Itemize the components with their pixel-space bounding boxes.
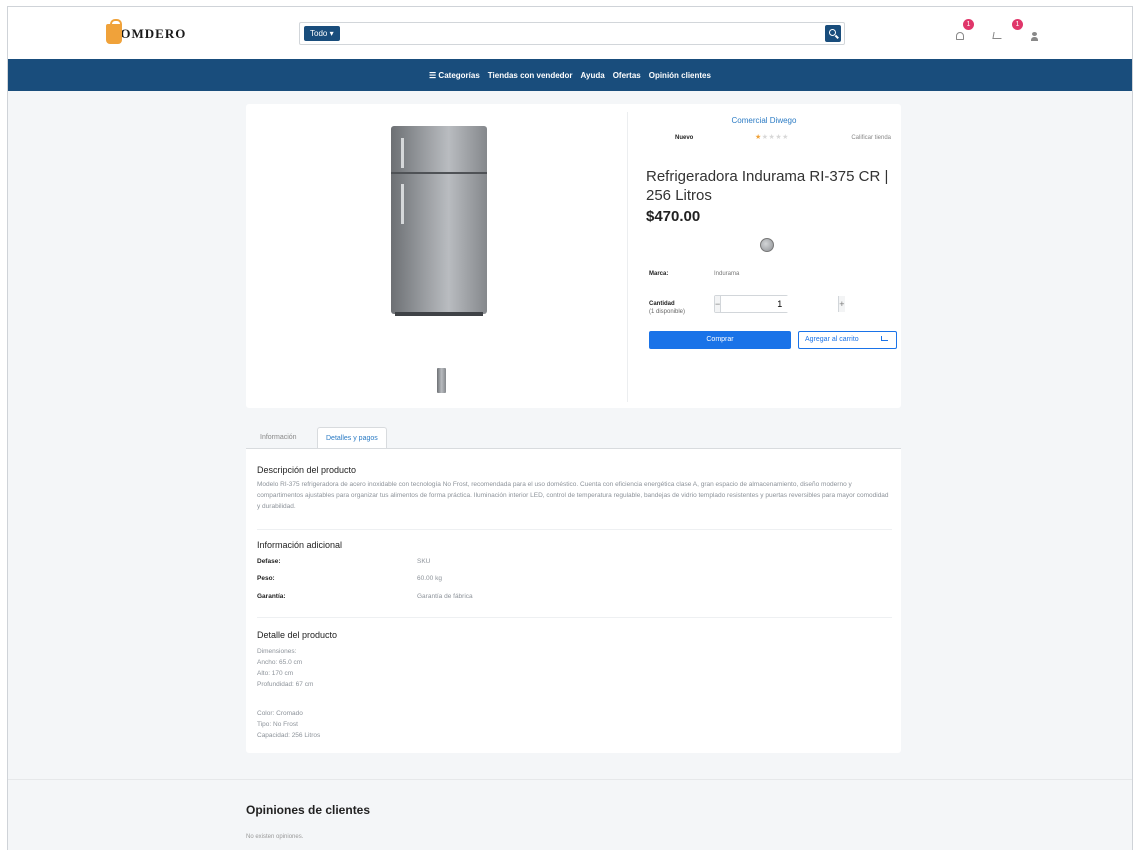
detail-line: Tipo: No Frost [257,721,298,728]
search-bar: Todo ▾ [299,22,845,45]
divider [257,529,892,530]
detail-line: Alto: 170 cm [257,670,294,677]
product-tabs: Información Detalles y pagos [246,427,901,449]
product-detail-title: Detalle del producto [257,630,338,640]
nav-item-categories[interactable]: ☰ Categorías [429,71,480,80]
reviews-title: Opiniones de clientes [246,803,371,817]
product-thumbnail[interactable] [437,368,446,393]
quantity-increase-button[interactable]: + [839,296,845,312]
info-row: Garantía: Garantía de fábrica [257,593,657,604]
main-nav: ☰ Categorías Tiendas con vendedor Ayuda … [8,59,1132,91]
search-button[interactable] [825,25,841,42]
info-value: SKU [417,558,431,565]
add-to-cart-label: Agregar al carrito [805,336,859,343]
cart-icon [881,336,888,341]
search-input[interactable] [348,25,808,42]
buy-button[interactable]: Comprar [649,331,791,349]
info-row: Peso: 60.00 kg [257,575,657,586]
cart-badge: 1 [1012,19,1023,30]
tab-information[interactable]: Información [252,427,305,449]
seller-link[interactable]: Comercial Diwego [627,116,901,125]
site-logo[interactable]: COMDERO [106,19,186,45]
details-panel: Descripción del producto Modelo RI-375 r… [246,448,901,753]
condition-label: Nuevo [675,135,694,141]
color-swatch[interactable] [760,238,774,252]
reviews-section [8,780,1132,850]
info-key: Peso: [257,575,275,582]
description-title: Descripción del producto [257,465,357,475]
product-image[interactable] [391,126,487,316]
tab-details-payments[interactable]: Detalles y pagos [317,427,387,449]
detail-line: Dimensiones: [257,648,297,655]
add-to-cart-button[interactable]: Agregar al carrito [798,331,897,349]
detail-line: Capacidad: 256 Litros [257,732,321,739]
divider [257,617,892,618]
nav-item-help[interactable]: Ayuda [581,71,605,80]
bell-icon[interactable] [956,32,964,40]
quantity-stepper: − + [714,295,845,313]
nav-item-opinions[interactable]: Opinión clientes [649,71,711,80]
detail-line: Color: Cromado [257,710,303,717]
quantity-label: Cantidad (1 disponible) [649,300,689,316]
rating-stars: ★★★★★ [755,134,789,141]
info-value: 60.00 kg [417,575,442,582]
info-key: Defase: [257,558,281,565]
product-card: Comercial Diwego Nuevo ★★★★★ Calificar t… [246,104,901,408]
brand-value: Indurama [714,271,740,277]
cart-icon[interactable] [992,32,1003,39]
divider [627,112,628,402]
reviews-empty-text: No existen opiniones. [246,834,304,840]
product-meta: Nuevo ★★★★★ Calificar tienda [651,134,891,145]
detail-line: Ancho: 65.0 cm [257,659,303,666]
rate-store-link[interactable]: Calificar tienda [851,135,891,141]
brand-label: Marca: [649,271,669,277]
info-row: Defase: SKU [257,558,657,569]
notifications-badge: 1 [963,19,974,30]
detail-line: Profundidad: 67 cm [257,681,314,688]
page-frame: COMDERO Todo ▾ 1 1 ☰ Categorías Tiendas … [7,6,1133,850]
nav-item-offers[interactable]: Ofertas [613,71,641,80]
quantity-label-text: Cantidad [649,301,675,307]
user-icon[interactable] [1031,32,1038,41]
product-title: Refrigeradora Indurama RI-375 CR | 256 L… [646,168,889,204]
description-text: Modelo RI-375 refrigeradora de acero ino… [257,481,889,510]
additional-info-title: Información adicional [257,540,343,550]
quantity-stock: (1 disponible) [649,309,686,315]
quantity-input[interactable] [720,296,840,312]
search-category-select[interactable]: Todo ▾ [304,26,340,41]
top-header: COMDERO Todo ▾ 1 1 [8,7,1132,59]
info-value: Garantía de fábrica [417,593,473,600]
shopping-bag-icon [106,19,122,44]
nav-item-stores[interactable]: Tiendas con vendedor [488,71,573,80]
info-key: Garantía: [257,593,286,600]
product-price: $470.00 [646,208,701,225]
